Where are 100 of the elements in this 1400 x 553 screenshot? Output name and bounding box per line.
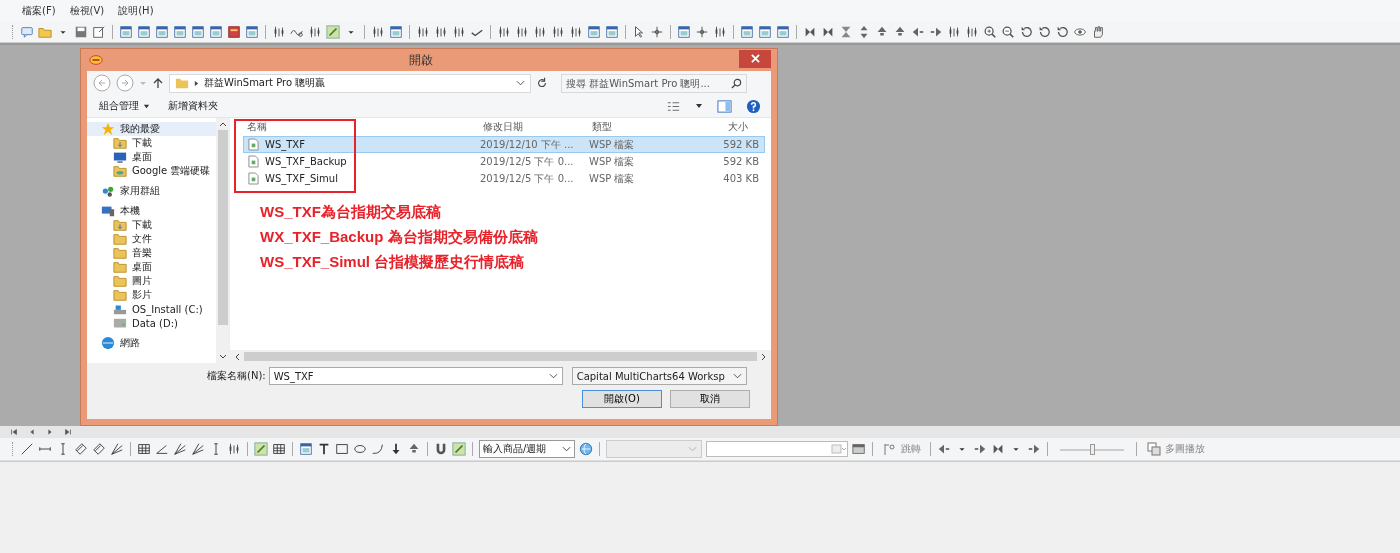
navigation-item[interactable]: 文件 <box>87 232 216 246</box>
help-icon[interactable] <box>746 98 761 114</box>
file-type-dropdown[interactable]: Capital MultiCharts64 Worksp <box>571 367 747 385</box>
navigation-item[interactable]: 本機 <box>87 204 216 218</box>
line-icon[interactable] <box>20 442 34 456</box>
search-field[interactable]: 搜尋 群益WinSmart Pro 聰明... <box>561 73 747 93</box>
search-icon[interactable] <box>731 77 742 89</box>
close-button[interactable] <box>739 49 771 68</box>
slider-thumb[interactable] <box>1090 443 1095 455</box>
pen-icon[interactable] <box>326 25 340 39</box>
window-icon[interactable] <box>740 25 754 39</box>
undo-icon[interactable] <box>1019 25 1033 39</box>
navigation-item[interactable]: 網路 <box>87 336 216 350</box>
menu-item[interactable]: 檔案(F) <box>22 4 56 18</box>
candlestick-icon[interactable] <box>227 442 241 456</box>
cancel-button[interactable]: 取消 <box>670 390 750 408</box>
command-button[interactable]: 組合管理 <box>97 97 152 115</box>
grid-icon[interactable] <box>272 442 286 456</box>
scroll-right-icon[interactable] <box>761 352 767 361</box>
command-button[interactable]: 新增資料夾 <box>166 97 220 115</box>
pen-icon[interactable] <box>452 442 466 456</box>
candlestick-icon[interactable] <box>533 25 547 39</box>
hand-icon[interactable] <box>1091 25 1105 39</box>
right-arrow-icon[interactable] <box>973 442 987 456</box>
candlestick-icon[interactable] <box>452 25 466 39</box>
chevron-down-icon[interactable] <box>516 80 525 86</box>
scroll-down-icon[interactable] <box>218 354 227 360</box>
refresh-icon[interactable] <box>536 77 548 89</box>
column-header[interactable]: 修改日期 <box>469 120 578 134</box>
playback-icon[interactable] <box>821 25 835 39</box>
scroll-left-icon[interactable] <box>234 352 240 361</box>
ellipse-icon[interactable] <box>353 442 367 456</box>
navigation-item[interactable]: 下載 <box>87 136 216 150</box>
fan-lines-icon[interactable] <box>110 442 124 456</box>
crosshair-icon[interactable] <box>695 25 709 39</box>
calendar-icon[interactable] <box>852 442 866 456</box>
hourglass-icon[interactable] <box>839 25 853 39</box>
window-icon[interactable] <box>191 25 205 39</box>
left-arrow-icon[interactable] <box>937 442 951 456</box>
chevron-right-icon[interactable] <box>194 79 199 87</box>
window-icon[interactable] <box>245 25 259 39</box>
filename-field[interactable]: WS_TXF <box>268 367 563 385</box>
candlestick-icon[interactable] <box>308 25 322 39</box>
zoom-in-icon[interactable] <box>983 25 997 39</box>
fan-lines-icon[interactable] <box>191 442 205 456</box>
candlestick-icon[interactable] <box>272 25 286 39</box>
window-icon[interactable] <box>677 25 691 39</box>
candlestick-icon[interactable] <box>965 25 979 39</box>
eye-icon[interactable] <box>1073 25 1087 39</box>
playback-icon[interactable] <box>991 442 1005 456</box>
right-arrow-icon[interactable] <box>1027 442 1041 456</box>
window-icon[interactable] <box>758 25 772 39</box>
channel-icon[interactable] <box>92 442 106 456</box>
first-tab-arrow-icon[interactable] <box>10 428 18 436</box>
text-tool-icon[interactable] <box>317 442 331 456</box>
vertical-scrollbar[interactable] <box>216 118 229 363</box>
crosshair-icon[interactable] <box>650 25 664 39</box>
window-icon[interactable] <box>776 25 790 39</box>
navigation-item[interactable]: OS_Install (C:) <box>87 302 216 316</box>
candlestick-icon[interactable] <box>569 25 583 39</box>
save-icon[interactable] <box>74 25 88 39</box>
column-header[interactable]: 名稱 <box>233 120 469 134</box>
rectangle-icon[interactable] <box>335 442 349 456</box>
last-tab-arrow-icon[interactable] <box>64 428 72 436</box>
window-icon[interactable] <box>155 25 169 39</box>
navigation-item[interactable]: 桌面 <box>87 150 216 164</box>
column-header[interactable]: 大小 <box>686 120 748 134</box>
file-row[interactable]: WS_TXF_Simul 2019/12/5 下午 0... WSP 檔案 403 KB <box>243 170 765 187</box>
chevron-down-icon[interactable] <box>562 446 571 452</box>
chevron-down-icon[interactable] <box>548 373 558 379</box>
navigation-item[interactable]: Data (D:) <box>87 316 216 330</box>
candlestick-icon[interactable] <box>551 25 565 39</box>
up-arrow-icon[interactable] <box>893 25 907 39</box>
fan-lines-icon[interactable] <box>173 442 187 456</box>
curve-icon[interactable] <box>371 442 385 456</box>
candlestick-icon[interactable] <box>371 25 385 39</box>
pen-icon[interactable] <box>254 442 268 456</box>
undo-icon[interactable] <box>1037 25 1051 39</box>
navigation-item[interactable]: 圖片 <box>87 274 216 288</box>
playback-icon[interactable] <box>803 25 817 39</box>
window-icon[interactable] <box>119 25 133 39</box>
window-icon[interactable] <box>137 25 151 39</box>
window-icon[interactable] <box>173 25 187 39</box>
navigation-item[interactable]: 影片 <box>87 288 216 302</box>
angle-icon[interactable] <box>155 442 169 456</box>
navigation-item[interactable]: 家用群組 <box>87 184 216 198</box>
magnet-icon[interactable] <box>434 442 448 456</box>
candlestick-icon[interactable] <box>416 25 430 39</box>
zoom-out-icon[interactable] <box>1001 25 1015 39</box>
up-arrow-icon[interactable] <box>152 77 164 89</box>
window-icon[interactable] <box>209 25 223 39</box>
candlestick-icon[interactable] <box>947 25 961 39</box>
file-row[interactable]: WS_TXF_Backup 2019/12/5 下午 0... WSP 檔案 592 KB <box>243 153 765 170</box>
prev-tab-arrow-icon[interactable] <box>28 428 36 436</box>
caret-icon[interactable] <box>695 102 703 110</box>
channel-icon[interactable] <box>74 442 88 456</box>
globe-icon[interactable] <box>579 442 593 456</box>
file-row[interactable]: WS_TXF 2019/12/10 下午 ... WSP 檔案 592 KB <box>243 136 765 153</box>
menu-item[interactable]: 檢視(V) <box>69 4 105 18</box>
up-arrow-icon[interactable] <box>407 442 421 456</box>
